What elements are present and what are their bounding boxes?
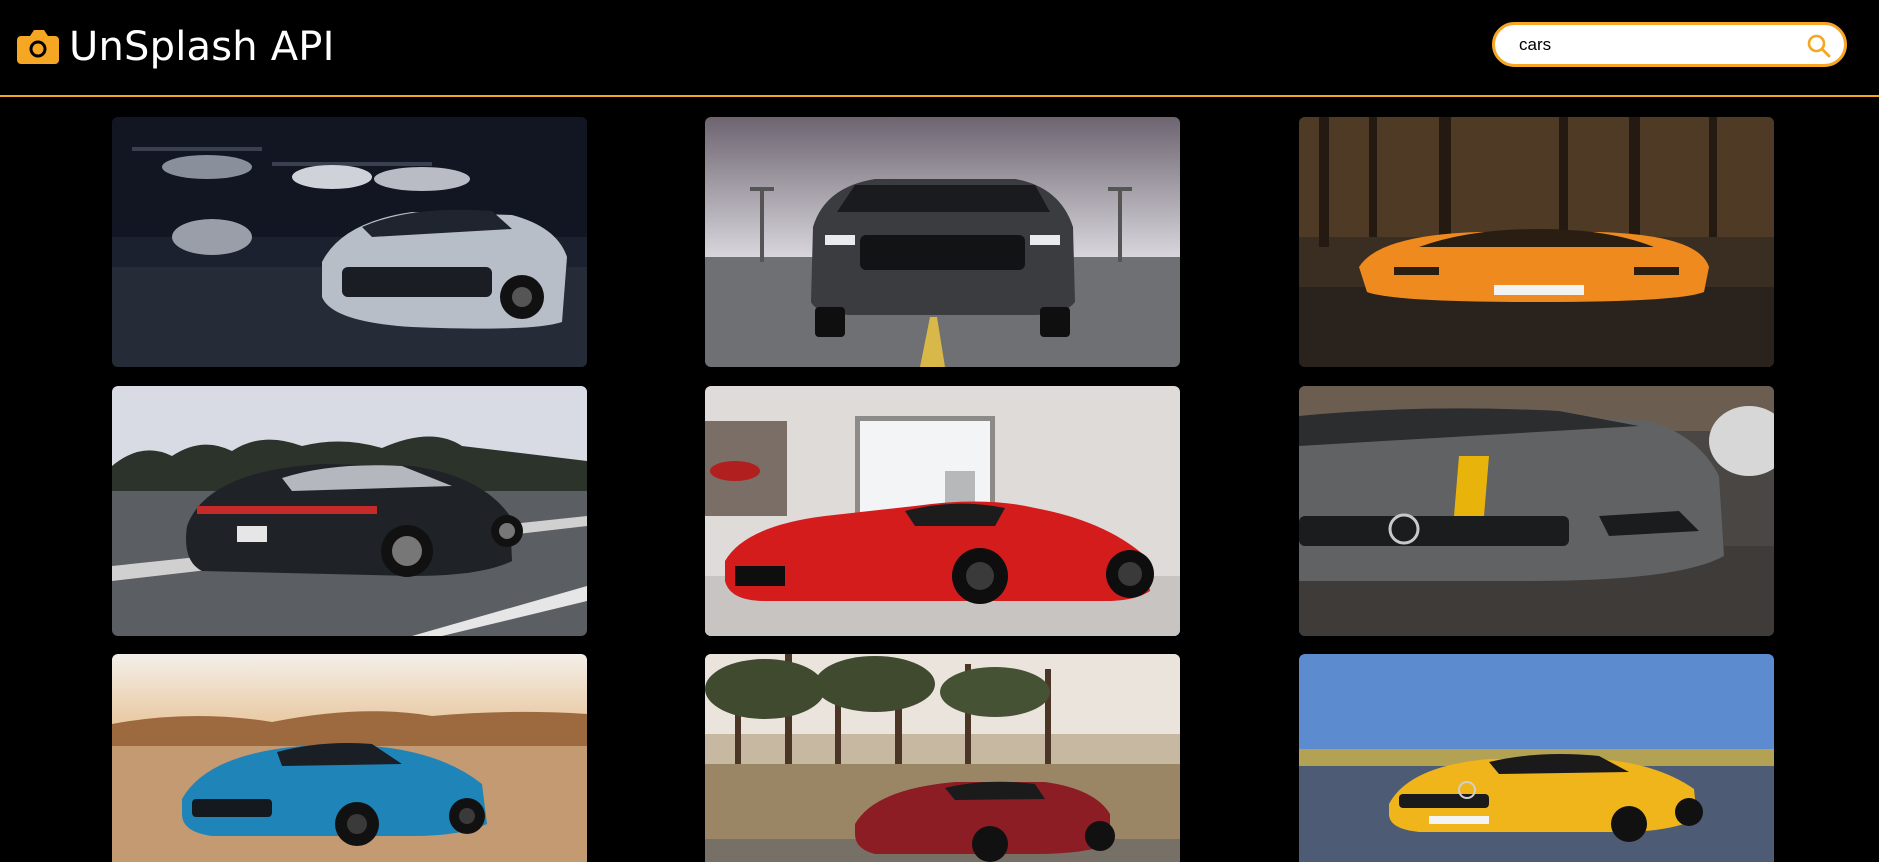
photo-card-car[interactable] (705, 386, 1180, 636)
photo-grid (0, 97, 1879, 862)
photo-card-car[interactable] (1299, 386, 1774, 636)
search-icon[interactable] (1806, 33, 1832, 59)
brand: UnSplash API (17, 22, 335, 72)
photo-card-car[interactable] (705, 117, 1180, 367)
app-header: UnSplash API (0, 0, 1879, 97)
app-title: UnSplash API (69, 24, 335, 70)
photo-card-car[interactable] (112, 117, 587, 367)
photo-card-car[interactable] (112, 386, 587, 636)
camera-icon (17, 30, 59, 64)
photo-card-car[interactable] (1299, 654, 1774, 862)
photo-card-car[interactable] (705, 654, 1180, 862)
photo-card-car[interactable] (1299, 117, 1774, 367)
search-input[interactable] (1519, 26, 1809, 63)
photo-card-car[interactable] (112, 654, 587, 862)
search-bar (1492, 22, 1847, 67)
